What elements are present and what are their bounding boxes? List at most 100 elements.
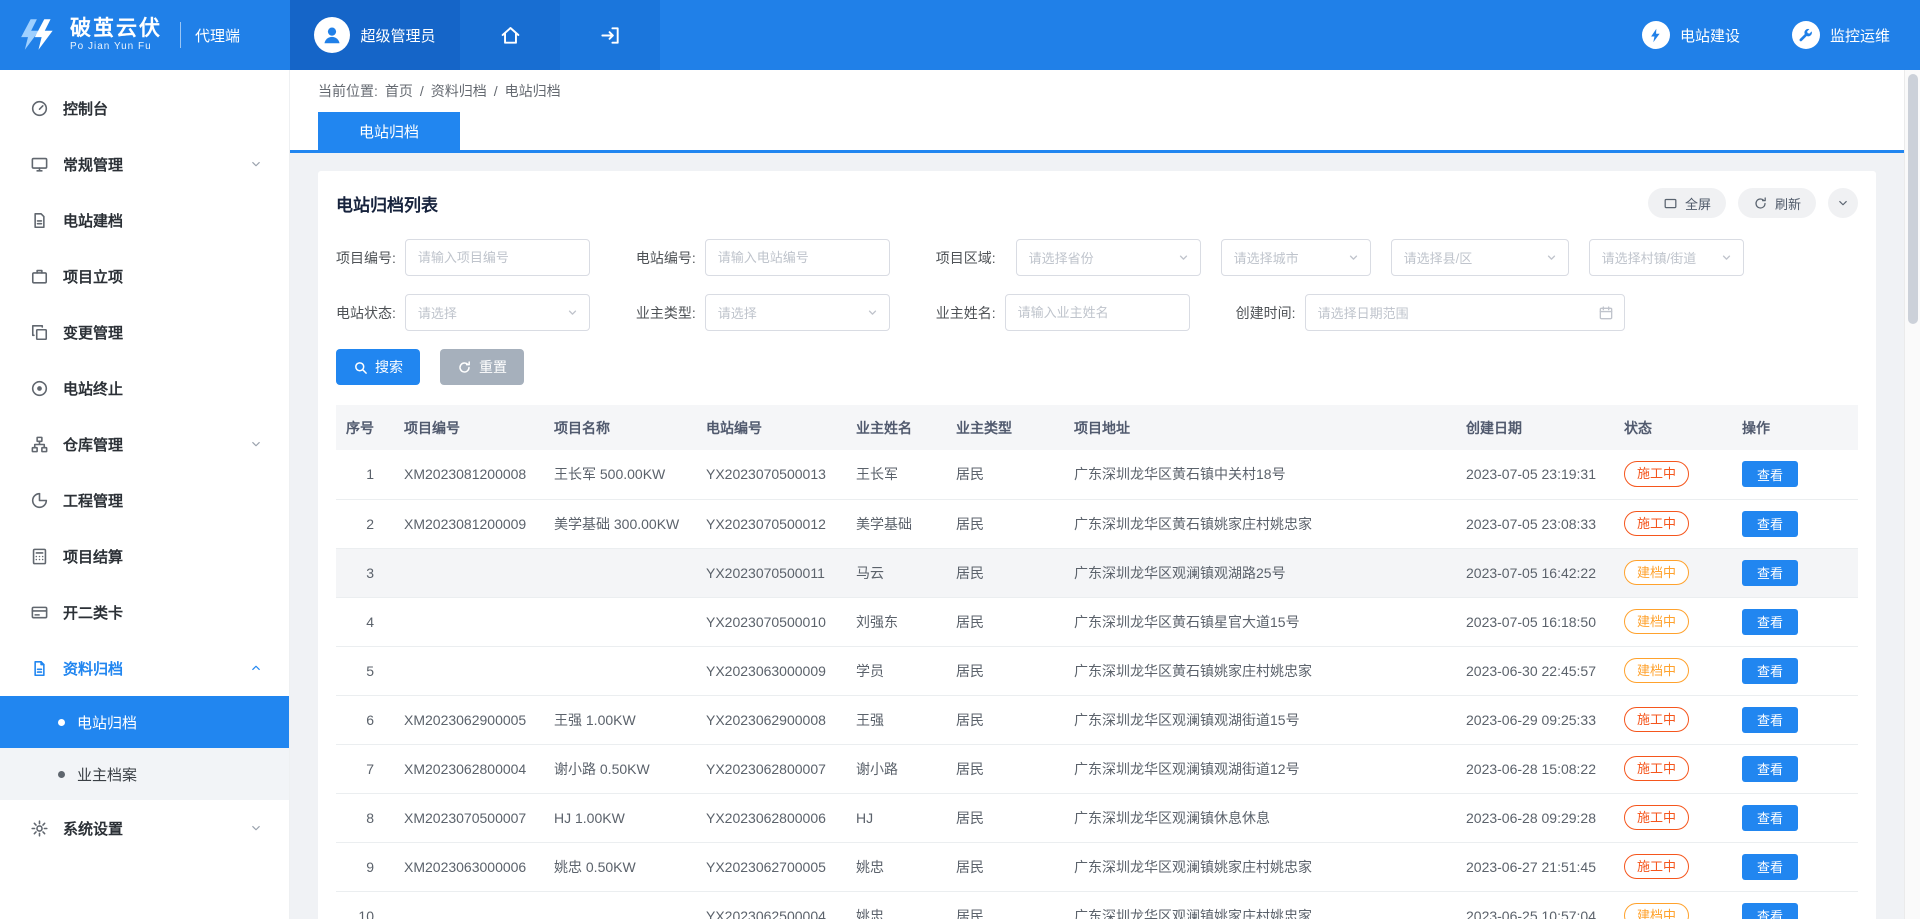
header-link-station-build[interactable]: 电站建设 xyxy=(1642,21,1740,49)
sidebar-item-general-management[interactable]: 常规管理 xyxy=(0,136,289,192)
filter-form: 项目编号: 电站编号: 项目区域: 请选择省份 请选择城市 xyxy=(336,239,1858,331)
region-province-select[interactable]: 请选择省份 xyxy=(1016,239,1201,276)
search-button[interactable]: 搜索 xyxy=(336,349,420,385)
view-button[interactable]: 查看 xyxy=(1742,560,1798,586)
refresh-label: 刷新 xyxy=(1775,194,1801,213)
view-button[interactable]: 查看 xyxy=(1742,461,1798,487)
collapse-button[interactable] xyxy=(1828,188,1858,218)
sidebar-item-data-archive[interactable]: 资料归档 xyxy=(0,640,289,696)
sidebar-item-console[interactable]: 控制台 xyxy=(0,80,289,136)
table-row: 4YX2023070500010刘强东居民广东深圳龙华区黄石镇星官大道15号20… xyxy=(336,597,1858,646)
main-content: 当前位置: 首页 / 资料归档 / 电站归档 电站归档 电站归档列表 全屏 xyxy=(290,70,1904,919)
chevron-down-icon xyxy=(866,306,879,319)
chevron-down-icon xyxy=(1347,251,1360,264)
table-cell-status: 施工中 xyxy=(1612,695,1730,744)
home-icon xyxy=(499,24,522,47)
region-county-select[interactable]: 请选择县/区 xyxy=(1391,239,1569,276)
home-button[interactable] xyxy=(460,0,560,70)
header-link-label: 监控运维 xyxy=(1830,25,1890,46)
table-cell: 2 xyxy=(336,499,392,548)
breadcrumb: 当前位置: 首页 / 资料归档 / 电站归档 xyxy=(290,70,1904,112)
tab-bar: 电站归档 xyxy=(290,112,1904,150)
sidebar-item-label: 开二类卡 xyxy=(63,602,123,623)
table-cell-actions: 查看 xyxy=(1730,744,1858,793)
breadcrumb-home[interactable]: 首页 xyxy=(385,81,413,101)
table-cell: 9 xyxy=(336,842,392,891)
region-city-select[interactable]: 请选择城市 xyxy=(1221,239,1371,276)
table-row: 6XM2023062900005王强 1.00KWYX2023062900008… xyxy=(336,695,1858,744)
table-cell: 居民 xyxy=(944,548,1062,597)
panel-tools: 全屏 刷新 xyxy=(1648,188,1858,218)
table-cell: 王强 1.00KW xyxy=(542,695,694,744)
logout-icon xyxy=(599,24,622,47)
table-cell: 谢小路 xyxy=(844,744,944,793)
sidebar-item-owner-archive[interactable]: 业主档案 xyxy=(0,748,289,800)
reset-button[interactable]: 重置 xyxy=(440,349,524,385)
column-header: 电站编号 xyxy=(694,405,844,450)
sidebar-item-project-settlement[interactable]: 项目结算 xyxy=(0,528,289,584)
project-no-input[interactable] xyxy=(405,239,590,276)
table-cell: 广东深圳龙华区观澜镇休息休息 xyxy=(1062,793,1454,842)
owner-type-select[interactable]: 请选择 xyxy=(705,294,890,331)
table-body: 1XM2023081200008王长军 500.00KWYX2023070500… xyxy=(336,450,1858,919)
scrollbar-thumb[interactable] xyxy=(1908,74,1918,324)
owner-name-input[interactable] xyxy=(1005,294,1190,331)
view-button[interactable]: 查看 xyxy=(1742,805,1798,831)
table-cell xyxy=(392,548,542,597)
sidebar-item-station-archive[interactable]: 电站归档 xyxy=(0,696,289,748)
sidebar-item-label: 工程管理 xyxy=(63,490,123,511)
view-button[interactable]: 查看 xyxy=(1742,756,1798,782)
logout-button[interactable] xyxy=(560,0,660,70)
sidebar-item-station-filing[interactable]: 电站建档 xyxy=(0,192,289,248)
sidebar-item-warehouse-management[interactable]: 仓库管理 xyxy=(0,416,289,472)
table-cell: 姚忠 xyxy=(844,842,944,891)
view-button[interactable]: 查看 xyxy=(1742,707,1798,733)
view-button[interactable]: 查看 xyxy=(1742,609,1798,635)
sidebar-item-system-settings[interactable]: 系统设置 xyxy=(0,800,289,856)
table-cell: YX2023062500004 xyxy=(694,891,844,919)
fullscreen-button[interactable]: 全屏 xyxy=(1648,188,1726,218)
bullet-icon xyxy=(58,771,65,778)
table-cell: 马云 xyxy=(844,548,944,597)
view-button[interactable]: 查看 xyxy=(1742,854,1798,880)
sidebar-item-project-initiation[interactable]: 项目立项 xyxy=(0,248,289,304)
owner-type-label: 业主类型: xyxy=(636,303,696,323)
sidebar-item-change-management[interactable]: 变更管理 xyxy=(0,304,289,360)
view-button[interactable]: 查看 xyxy=(1742,658,1798,684)
sidebar-item-engineering-management[interactable]: 工程管理 xyxy=(0,472,289,528)
station-status-select[interactable]: 请选择 xyxy=(405,294,590,331)
sidebar-menu: 控制台常规管理电站建档项目立项变更管理电站终止仓库管理工程管理项目结算开二类卡资… xyxy=(0,80,289,856)
page-scrollbar[interactable] xyxy=(1904,70,1920,919)
view-button[interactable]: 查看 xyxy=(1742,511,1798,537)
sidebar-item-second-type-card[interactable]: 开二类卡 xyxy=(0,584,289,640)
chevron-down-icon xyxy=(1545,251,1558,264)
table-cell: YX2023062700005 xyxy=(694,842,844,891)
table-cell: 居民 xyxy=(944,891,1062,919)
status-badge: 施工中 xyxy=(1624,511,1689,537)
table-cell: 居民 xyxy=(944,597,1062,646)
tab-station-archive[interactable]: 电站归档 xyxy=(318,112,460,150)
briefcase-icon xyxy=(30,267,49,286)
chevron-down-icon xyxy=(249,437,263,451)
sidebar-item-station-termination[interactable]: 电站终止 xyxy=(0,360,289,416)
app-header: 破茧云伏 Po Jian Yun Fu 代理端 超级管理员 电站建设 监控运维 xyxy=(0,0,1920,70)
header-link-monitor-ops[interactable]: 监控运维 xyxy=(1792,21,1890,49)
region-town-select[interactable]: 请选择村镇/街道 xyxy=(1589,239,1744,276)
station-archive-panel: 电站归档列表 全屏 刷新 xyxy=(318,171,1876,919)
breadcrumb-data-archive[interactable]: 资料归档 xyxy=(431,81,487,101)
table-row: 1XM2023081200008王长军 500.00KWYX2023070500… xyxy=(336,450,1858,499)
table-cell: 姚忠 xyxy=(844,891,944,919)
chevron-down-icon xyxy=(249,157,263,171)
user-menu[interactable]: 超级管理员 xyxy=(290,0,460,70)
station-no-input[interactable] xyxy=(705,239,890,276)
divider xyxy=(180,22,181,48)
column-header: 业主姓名 xyxy=(844,405,944,450)
app-logo[interactable]: 破茧云伏 Po Jian Yun Fu 代理端 xyxy=(0,0,290,70)
table-cell-actions: 查看 xyxy=(1730,891,1858,919)
created-time-range-input[interactable]: 请选择日期范围 xyxy=(1305,294,1625,331)
refresh-button[interactable]: 刷新 xyxy=(1738,188,1816,218)
table-cell: 2023-06-28 09:29:28 xyxy=(1454,793,1612,842)
table-cell: 姚忠 0.50KW xyxy=(542,842,694,891)
portal-label: 代理端 xyxy=(195,25,240,46)
view-button[interactable]: 查看 xyxy=(1742,903,1798,919)
